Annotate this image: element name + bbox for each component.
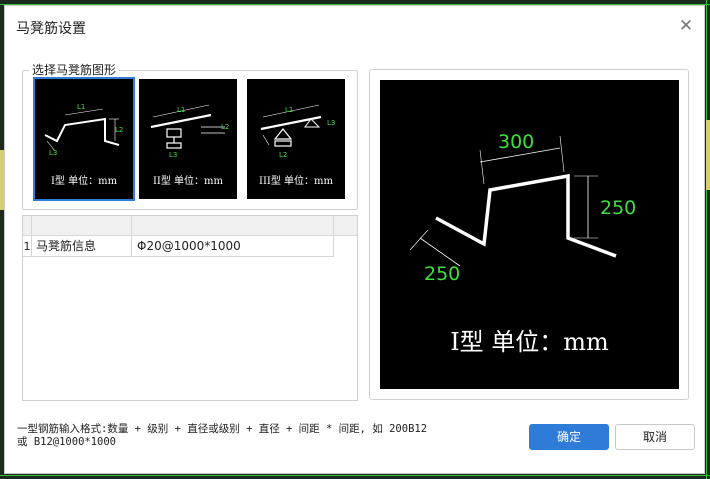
shape-option-type-2[interactable]: L1 L2 L3 II型 单位：mm (139, 79, 237, 199)
dialog-title: 马凳筋设置 (16, 21, 86, 37)
preview-dim-left: 250 (424, 263, 460, 285)
shape-3-caption: III型 单位：mm (259, 176, 333, 187)
shape-1-label-l2: L2 (115, 126, 123, 134)
cad-grid-line (0, 475, 710, 476)
shape-3-label-l2: L2 (279, 151, 287, 159)
cancel-button[interactable]: 取消 (615, 424, 695, 450)
preview-caption: I型 单位：mm (450, 328, 609, 356)
property-grid: 1 马凳筋信息 Φ20@1000*1000 (22, 215, 358, 401)
row-number: 1 (23, 240, 31, 253)
grid-col-divider (131, 216, 132, 236)
grid-header (23, 216, 357, 236)
shape-group-label: 选择马凳筋图形 (29, 61, 120, 78)
grid-col-divider (333, 216, 334, 236)
grid-col-divider (31, 216, 32, 236)
input-format-hint: 一型钢筋输入格式:数量 + 级别 + 直径或级别 + 直径 + 间距 * 间距,… (17, 423, 428, 448)
shape-option-type-3[interactable]: L1 L2 L3 III型 单位：mm (247, 79, 345, 199)
shape-1-label-l3: L3 (49, 149, 57, 157)
shape-1-caption: I型 单位：mm (50, 176, 118, 187)
preview-dim-top: 300 (498, 131, 534, 153)
cad-mark (706, 120, 710, 190)
grid-col-divider (333, 236, 334, 257)
shape-3-label-l3: L3 (327, 119, 335, 127)
table-row[interactable]: 1 马凳筋信息 Φ20@1000*1000 (23, 236, 333, 257)
shape-option-type-1[interactable]: L1 L2 L3 I型 单位：mm (33, 77, 135, 201)
shape-3-label-l1: L1 (285, 106, 293, 114)
close-icon[interactable]: ✕ (676, 16, 696, 36)
cad-grid-line (706, 0, 707, 479)
rebar-chair-dialog: 马凳筋设置 ✕ 选择马凳筋图形 L1 L2 L3 I型 单位：mm L1 L2 (4, 5, 705, 474)
grid-col-divider (131, 236, 132, 257)
preview-dim-right: 250 (600, 197, 636, 219)
shape-preview-canvas: 300 250 250 I型 单位：mm (380, 80, 679, 389)
shape-preview-panel: 300 250 250 I型 单位：mm (369, 69, 689, 400)
ok-button[interactable]: 确定 (529, 424, 609, 450)
rebar-info-value-cell[interactable]: Φ20@1000*1000 (133, 236, 333, 257)
shape-2-label-l3: L3 (169, 151, 177, 159)
grid-col-divider (31, 236, 32, 257)
shape-2-label-l1: L1 (177, 106, 185, 114)
shape-2-label-l2: L2 (221, 123, 229, 131)
row-name-cell: 马凳筋信息 (36, 239, 97, 253)
shape-2-caption: II型 单位：mm (152, 176, 224, 187)
shape-1-label-l1: L1 (77, 103, 85, 111)
